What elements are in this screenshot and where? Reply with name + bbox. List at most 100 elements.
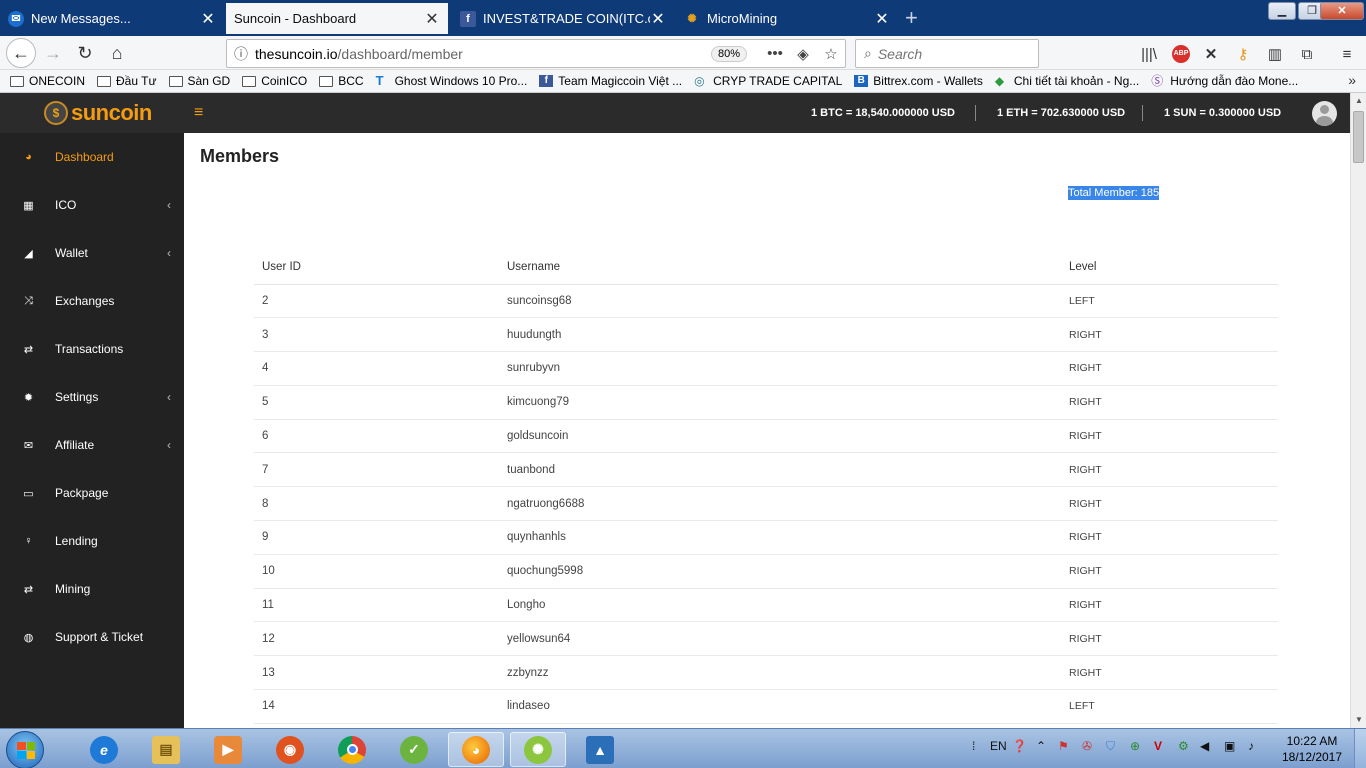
tab-micromining[interactable]: ✺ MicroMining ✕ <box>676 3 898 34</box>
show-desktop-button[interactable] <box>1354 729 1366 768</box>
forward-button[interactable]: → <box>40 40 66 66</box>
home-button[interactable]: ⌂ <box>104 40 130 66</box>
search-bar[interactable]: ⌕ <box>855 39 1039 68</box>
bookmark-bittrex[interactable]: B Bittrex.com - Wallets <box>854 74 983 88</box>
bookmark-san-gd[interactable]: Sàn GD <box>168 74 230 88</box>
page-scrollbar[interactable]: ▲ ▼ <box>1350 93 1366 728</box>
v-app-icon[interactable]: V <box>1154 739 1162 753</box>
sidebar-item-dashboard[interactable]: ◕ Dashboard <box>0 133 184 181</box>
table-row: 8 ngatruong6688 RIGHT <box>254 486 1278 522</box>
sidebar-item-settings[interactable]: ✹ Settings ‹ <box>0 373 184 421</box>
coccoc-browser-icon[interactable]: ◉ <box>262 732 318 767</box>
mountain-app-icon[interactable]: ▲ <box>572 732 628 767</box>
close-window-button[interactable]: ✕ <box>1320 2 1364 20</box>
url-bar[interactable]: ⓘ thesuncoin.io/dashboard/member 80% •••… <box>226 39 846 68</box>
menu-icon[interactable]: ≡ <box>1336 43 1358 65</box>
reload-button[interactable]: ↻ <box>72 40 98 66</box>
close-tab-icon[interactable]: ✕ <box>650 9 666 29</box>
scroll-up-icon[interactable]: ▲ <box>1351 96 1366 105</box>
sidebar-item-label: Dashboard <box>55 150 114 164</box>
bookmark-dau-tu[interactable]: Đầu Tư <box>97 74 157 88</box>
close-tab-icon[interactable]: ✕ <box>200 9 216 29</box>
key-icon[interactable]: ⚷ <box>1232 43 1254 65</box>
scrollbar-thumb[interactable] <box>1353 111 1364 163</box>
sidebar-item-wallet[interactable]: ◢ Wallet ‹ <box>0 229 184 277</box>
search-input[interactable] <box>877 45 1018 62</box>
start-button[interactable] <box>6 731 44 768</box>
speaker-icon[interactable]: ◀ <box>1200 739 1209 753</box>
column-header-level[interactable]: Level <box>1061 250 1278 285</box>
more-bookmarks-icon[interactable]: » <box>1348 72 1356 88</box>
internet-explorer-icon[interactable]: e <box>76 732 132 767</box>
antivirus-icon[interactable]: ✇ <box>1082 739 1092 753</box>
table-row: 9 quynhanhls RIGHT <box>254 520 1278 555</box>
language-indicator[interactable]: EN <box>990 739 1007 753</box>
screenshot-icon[interactable]: ⧉ <box>1296 43 1318 65</box>
tab-new-messages[interactable]: ✉ New Messages... ✕ <box>0 3 224 34</box>
minimize-button[interactable]: ▁ <box>1268 2 1296 20</box>
x-extension-icon[interactable]: ✕ <box>1200 43 1222 65</box>
hamburger-menu-icon[interactable]: ≡ <box>194 104 203 122</box>
bookmark-chi-tiet[interactable]: ◆ Chi tiết tài khoản - Ng... <box>995 74 1139 88</box>
page-actions-icon[interactable]: ••• <box>761 45 789 62</box>
bookmark-onecoin[interactable]: ONECOIN <box>10 74 85 88</box>
suncoin-logo[interactable]: $ suncoin <box>44 100 152 126</box>
network-globe-icon[interactable]: ⊕ <box>1130 739 1140 753</box>
tray-expand-icon[interactable]: ⌃ <box>1036 739 1046 753</box>
shield-icon[interactable]: ⛉ <box>1106 739 1115 754</box>
folder-icon <box>168 75 183 87</box>
close-tab-icon[interactable]: ✕ <box>424 9 440 29</box>
exchange-icon: ⇄ <box>23 343 34 356</box>
adblock-icon[interactable]: ABP <box>1170 43 1192 65</box>
sidebar-item-lending[interactable]: ♀ Lending <box>0 517 184 565</box>
username-cell: Longho <box>499 588 1061 623</box>
scroll-down-icon[interactable]: ▼ <box>1351 715 1366 724</box>
micromining-app-icon[interactable]: ✺ <box>510 732 566 767</box>
volume-icon[interactable]: ♪ <box>1248 739 1254 753</box>
info-icon[interactable]: ⓘ <box>227 44 255 64</box>
back-button[interactable]: ← <box>6 38 36 68</box>
url-text[interactable]: thesuncoin.io/dashboard/member <box>255 46 711 62</box>
bookmark-team-magiccoin[interactable]: f Team Magiccoin Việt ... <box>539 74 682 88</box>
zoom-level[interactable]: 80% <box>710 45 747 62</box>
bookmark-star-icon[interactable]: ☆ <box>817 45 845 63</box>
new-tab-button[interactable]: + <box>905 5 918 31</box>
tab-invest-trade-coin[interactable]: f INVEST&TRADE COIN(ITC.com ✕ <box>452 3 674 34</box>
bookmark-ghost-windows[interactable]: T Ghost Windows 10 Pro... <box>376 74 528 88</box>
update-icon[interactable]: ⚙ <box>1178 739 1189 753</box>
help-icon[interactable]: ❓ <box>1012 739 1027 753</box>
media-player-icon[interactable]: ▶ <box>200 732 256 767</box>
bookmark-label: CRYP TRADE CAPITAL <box>713 74 843 88</box>
column-header-user-id[interactable]: User ID <box>254 250 499 285</box>
sidebar-item-packpage[interactable]: ▭ Packpage <box>0 469 184 517</box>
chrome-icon[interactable] <box>324 732 380 767</box>
sidebar-item-exchanges[interactable]: ⤨ Exchanges <box>0 277 184 325</box>
sidebar: ◕ Dashboard ▦ ICO ‹ ◢ Wallet ‹ ⤨ Exchang… <box>0 133 184 728</box>
avatar[interactable] <box>1312 101 1337 126</box>
tab-suncoin-dashboard[interactable]: Suncoin - Dashboard ✕ <box>226 3 448 34</box>
column-header-username[interactable]: Username <box>499 250 1061 285</box>
url-path: /dashboard/member <box>337 45 463 62</box>
bookmark-huong-dan[interactable]: Ⓢ Hướng dẫn đào Mone... <box>1151 74 1298 88</box>
sidebar-item-transactions[interactable]: ⇄ Transactions <box>0 325 184 373</box>
bookmark-cryp-trade[interactable]: ◎ CRYP TRADE CAPITAL <box>694 74 842 88</box>
bank-icon: ◆ <box>994 74 1005 88</box>
tray-app-icon[interactable]: ⚑ <box>1058 739 1069 753</box>
pocket-icon[interactable]: ◈ <box>789 45 817 63</box>
sidebar-item-ico[interactable]: ▦ ICO ‹ <box>0 181 184 229</box>
sidebar-item-affiliate[interactable]: ✉ Affiliate ‹ <box>0 421 184 469</box>
file-explorer-icon[interactable]: ▤ <box>138 732 194 767</box>
bookmark-coinico[interactable]: CoinICO <box>242 74 307 88</box>
system-clock[interactable]: 10:22 AM 18/12/2017 <box>1276 733 1348 765</box>
bookmark-bcc[interactable]: BCC <box>319 74 364 88</box>
sidebar-item-mining[interactable]: ⇄ Mining <box>0 565 184 613</box>
url-host: thesuncoin.io <box>255 45 338 62</box>
sidebar-item-support[interactable]: ◍ Support & Ticket <box>0 613 184 661</box>
user-id-cell: 3 <box>254 317 499 353</box>
coccoc-icon[interactable]: ✓ <box>386 732 442 767</box>
close-tab-icon[interactable]: ✕ <box>874 9 890 29</box>
firefox-icon[interactable]: ◕ <box>448 732 504 767</box>
sidebar-toggle-icon[interactable]: ▥ <box>1264 43 1286 65</box>
network-icon[interactable]: ▣ <box>1224 739 1235 753</box>
library-icon[interactable]: |||\ <box>1138 43 1160 65</box>
